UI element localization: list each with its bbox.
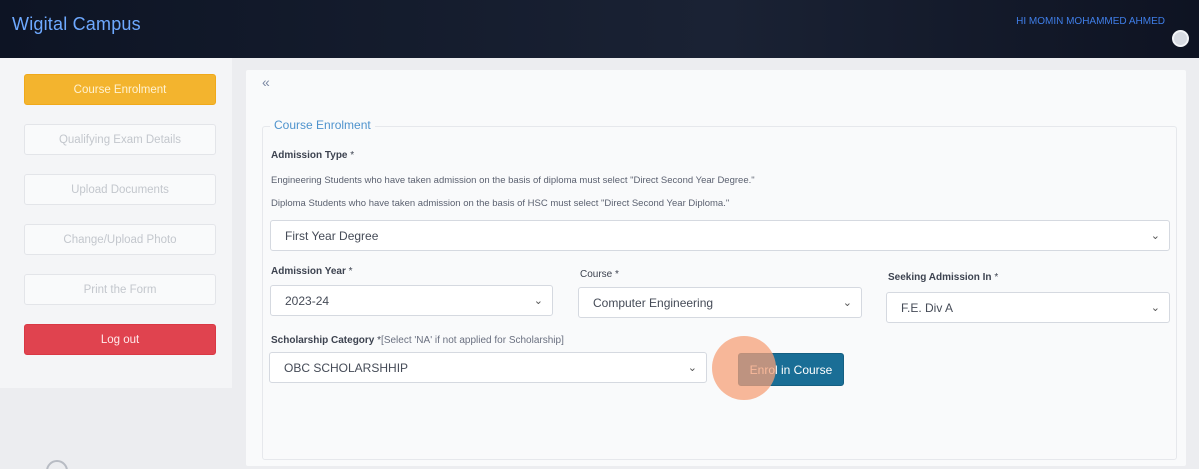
scholarship-select[interactable]: OBC SCHOLARSHHIP ⌄ [269,352,707,383]
sidebar-item-label: Course Enrolment [73,83,167,96]
admission-type-label: Admission Type * [271,150,354,161]
required-marker: * [994,272,999,283]
seeking-admission-value: F.E. Div A [901,300,954,315]
logout-button[interactable]: Log out [24,324,216,355]
admission-help-diploma: Diploma Students who have taken admissio… [271,198,730,209]
brand-logo[interactable]: Wigital Campus [12,14,141,35]
sidebar-item-label: Upload Documents [71,183,169,196]
sidebar-item-print-form[interactable]: Print the Form [24,274,216,305]
sidebar-item-upload-documents[interactable]: Upload Documents [24,174,216,205]
chevron-down-icon: ⌄ [1150,302,1160,314]
seeking-admission-select[interactable]: F.E. Div A ⌄ [886,292,1170,323]
chevron-down-icon: ⌄ [1150,230,1160,242]
sidebar-item-label: Change/Upload Photo [63,233,177,246]
seeking-admission-label-text: Seeking Admission In [888,272,992,283]
sidebar-item-label: Qualifying Exam Details [58,133,182,146]
sidebar: Course Enrolment Qualifying Exam Details… [0,58,232,388]
seeking-admission-label: Seeking Admission In * [888,272,998,283]
admission-type-label-text: Admission Type [271,150,348,161]
required-marker: * [348,266,353,277]
course-label-text: Course [580,269,613,280]
sidebar-item-qualifying-exam[interactable]: Qualifying Exam Details [24,124,216,155]
scholarship-label-text: Scholarship Category [271,335,375,346]
chevron-down-icon: ⌄ [533,295,543,307]
logout-label: Log out [100,333,140,346]
scholarship-note: [Select 'NA' if not applied for Scholars… [381,335,564,346]
user-avatar-icon[interactable] [1172,30,1189,47]
course-label: Course * [580,269,619,280]
admission-year-value: 2023-24 [285,293,330,308]
admission-help-engineering: Engineering Students who have taken admi… [271,175,755,186]
top-navbar: Wigital Campus Hi MOMIN MOHAMMED AHMED [0,0,1199,58]
sidebar-item-course-enrolment[interactable]: Course Enrolment [24,74,216,105]
admission-year-label: Admission Year * [271,266,353,277]
main-panel: « Course Enrolment [246,70,1186,466]
admission-year-label-text: Admission Year [271,266,346,277]
course-value: Computer Engineering [593,295,714,310]
circle-icon [46,460,68,469]
admission-type-select[interactable]: First Year Degree ⌄ [270,220,1170,251]
scholarship-label: Scholarship Category *[Select 'NA' if no… [271,335,564,346]
required-marker: * [350,150,355,161]
required-marker: * [615,269,619,280]
section-title: Course Enrolment [270,118,375,132]
user-greeting[interactable]: Hi MOMIN MOHAMMED AHMED [1016,16,1165,27]
double-chevron-left-icon[interactable]: « [262,74,270,90]
chevron-down-icon: ⌄ [842,297,852,309]
sidebar-item-change-photo[interactable]: Change/Upload Photo [24,224,216,255]
sidebar-item-label: Print the Form [83,283,157,296]
course-select[interactable]: Computer Engineering ⌄ [578,287,862,318]
admission-year-select[interactable]: 2023-24 ⌄ [270,285,553,316]
click-indicator [712,336,776,400]
chevron-down-icon: ⌄ [687,362,697,374]
scholarship-value: OBC SCHOLARSHHIP [284,360,409,375]
admission-type-value: First Year Degree [285,228,379,243]
